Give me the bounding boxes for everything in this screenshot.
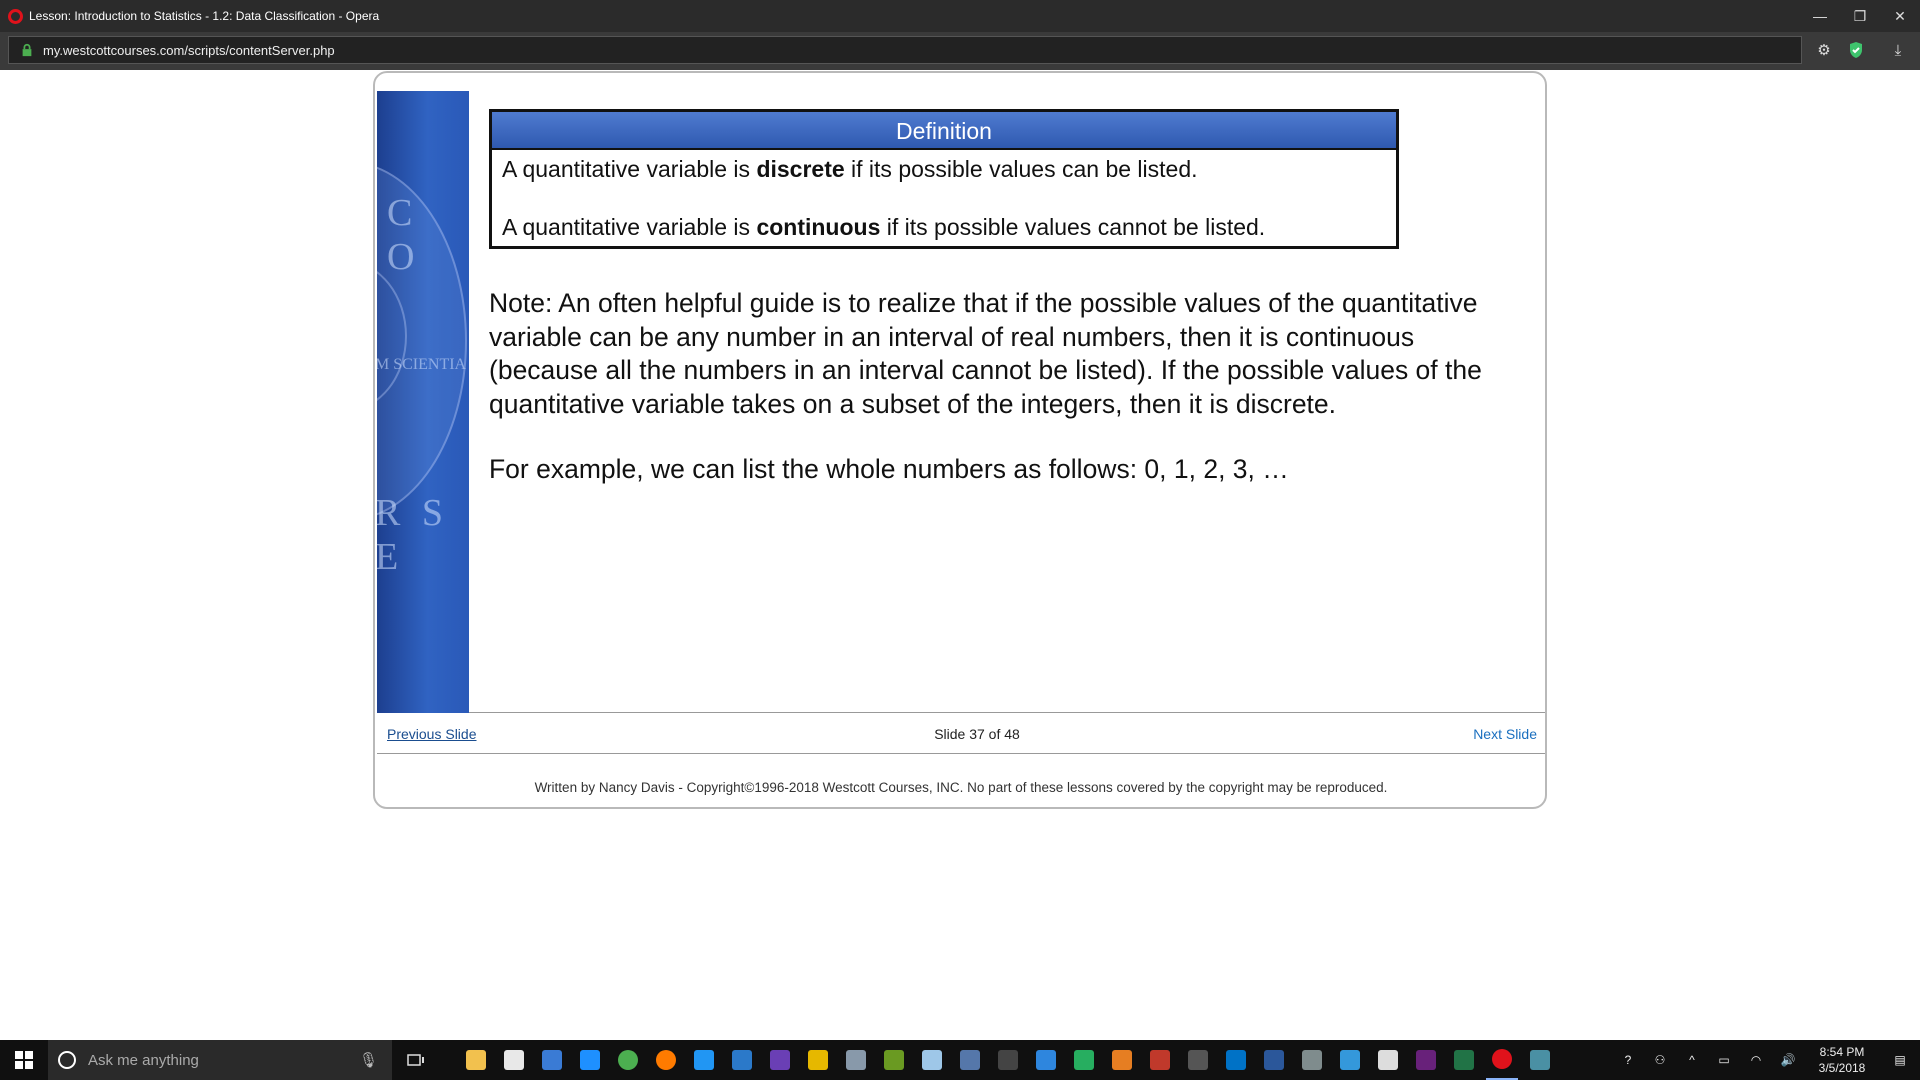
star-app-icon[interactable]	[802, 1040, 834, 1080]
filezilla-icon[interactable]	[1144, 1040, 1176, 1080]
windows-logo-icon	[15, 1051, 33, 1069]
file-explorer-icon[interactable]	[460, 1040, 492, 1080]
store-icon[interactable]	[498, 1040, 530, 1080]
slide-counter: Slide 37 of 48	[934, 726, 1020, 742]
note-paragraph: Note: An often helpful guide is to reali…	[489, 288, 1482, 419]
calculator-icon[interactable]	[992, 1040, 1024, 1080]
app-icon-15[interactable]	[1030, 1040, 1062, 1080]
lesson-frame: C O M SCIENTIA R S E Definition A quanti…	[373, 71, 1547, 809]
example-paragraph: For example, we can list the whole numbe…	[489, 454, 1289, 484]
cortana-search-box[interactable]: Ask me anything 🎙	[48, 1040, 392, 1080]
lambda-app-icon[interactable]	[878, 1040, 910, 1080]
address-bar: my.westcottcourses.com/scripts/contentSe…	[0, 32, 1920, 70]
show-hidden-icons-button[interactable]: ^	[1676, 1040, 1708, 1080]
definition-discrete: A quantitative variable is discrete if i…	[502, 156, 1198, 182]
app-icon-22[interactable]	[1296, 1040, 1328, 1080]
slide-navigation: Previous Slide Slide 37 of 48 Next Slide	[377, 714, 1545, 754]
clock[interactable]: 8:54 PM 3/5/2018	[1804, 1044, 1880, 1076]
url-text: my.westcottcourses.com/scripts/contentSe…	[43, 42, 335, 58]
start-button[interactable]	[0, 1040, 48, 1080]
definition-continuous: A quantitative variable is continuous if…	[502, 214, 1266, 240]
opera-icon[interactable]	[1486, 1040, 1518, 1080]
shield-check-icon[interactable]	[1842, 36, 1870, 64]
app-icon-19[interactable]	[1182, 1040, 1214, 1080]
app-icon-23[interactable]	[1334, 1040, 1366, 1080]
definition-box: Definition A quantitative variable is di…	[489, 109, 1399, 249]
restore-button[interactable]: ❐	[1840, 0, 1880, 32]
window-titlebar: Lesson: Introduction to Statistics - 1.2…	[0, 0, 1920, 32]
word-icon[interactable]	[1258, 1040, 1290, 1080]
slide: C O M SCIENTIA R S E Definition A quanti…	[377, 91, 1545, 713]
app-icon-10[interactable]	[840, 1040, 872, 1080]
camtasia-icon[interactable]	[1068, 1040, 1100, 1080]
clock-date: 3/5/2018	[1818, 1061, 1866, 1075]
gear-icon[interactable]: ⚙	[1810, 36, 1838, 64]
firefox-icon[interactable]	[650, 1040, 682, 1080]
action-center-icon[interactable]: ▤	[1880, 1040, 1920, 1080]
pinned-apps	[460, 1040, 1562, 1080]
chrome-icon[interactable]	[612, 1040, 644, 1080]
visual-studio-icon[interactable]	[1410, 1040, 1442, 1080]
task-view-button[interactable]	[392, 1040, 440, 1080]
app-icon-12[interactable]	[916, 1040, 948, 1080]
url-field[interactable]: my.westcottcourses.com/scripts/contentSe…	[8, 36, 1802, 64]
copyright-footer: Written by Nancy Davis - Copyright©1996-…	[534, 780, 1388, 795]
slide-sidebar-banner: C O M SCIENTIA R S E	[377, 91, 469, 713]
internet-explorer-icon[interactable]	[688, 1040, 720, 1080]
clock-time: 8:54 PM	[1819, 1045, 1865, 1059]
microphone-icon[interactable]: 🎙	[359, 1051, 378, 1069]
close-button[interactable]: ✕	[1880, 0, 1920, 32]
dp-app-icon[interactable]	[764, 1040, 796, 1080]
app-icon-17[interactable]	[1106, 1040, 1138, 1080]
snipping-tool-icon[interactable]	[536, 1040, 568, 1080]
battery-icon[interactable]: ▭	[1708, 1040, 1740, 1080]
minimize-button[interactable]: —	[1800, 0, 1840, 32]
edge-icon[interactable]	[574, 1040, 606, 1080]
system-tray: ? ⚇ ^ ▭ ◠ 🔊 8:54 PM 3/5/2018 ▤	[1612, 1040, 1920, 1080]
task-view-icon	[407, 1054, 424, 1066]
help-icon[interactable]: ?	[1612, 1040, 1644, 1080]
slide-content: Definition A quantitative variable is di…	[489, 109, 1529, 487]
powershell-icon[interactable]	[726, 1040, 758, 1080]
people-icon[interactable]: ⚇	[1644, 1040, 1676, 1080]
cortana-icon	[58, 1051, 76, 1069]
next-slide-link[interactable]: Next Slide	[1473, 726, 1537, 742]
window-title: Lesson: Introduction to Statistics - 1.2…	[29, 9, 380, 23]
download-icon[interactable]: ⤓	[1884, 36, 1912, 64]
excel-icon[interactable]	[1448, 1040, 1480, 1080]
opera-logo-icon	[8, 8, 23, 24]
mail-icon[interactable]	[1372, 1040, 1404, 1080]
app-icon-28[interactable]	[1524, 1040, 1556, 1080]
outlook-icon[interactable]	[1220, 1040, 1252, 1080]
padlock-icon	[22, 43, 32, 57]
wifi-icon[interactable]: ◠	[1740, 1040, 1772, 1080]
taskbar: Ask me anything 🎙 ? ⚇ ^ ▭ ◠ 🔊 8:54 PM 3/…	[0, 1040, 1920, 1080]
app-icon-13[interactable]	[954, 1040, 986, 1080]
definition-heading: Definition	[492, 112, 1396, 150]
search-placeholder: Ask me anything	[88, 1051, 199, 1069]
volume-icon[interactable]: 🔊	[1772, 1040, 1804, 1080]
